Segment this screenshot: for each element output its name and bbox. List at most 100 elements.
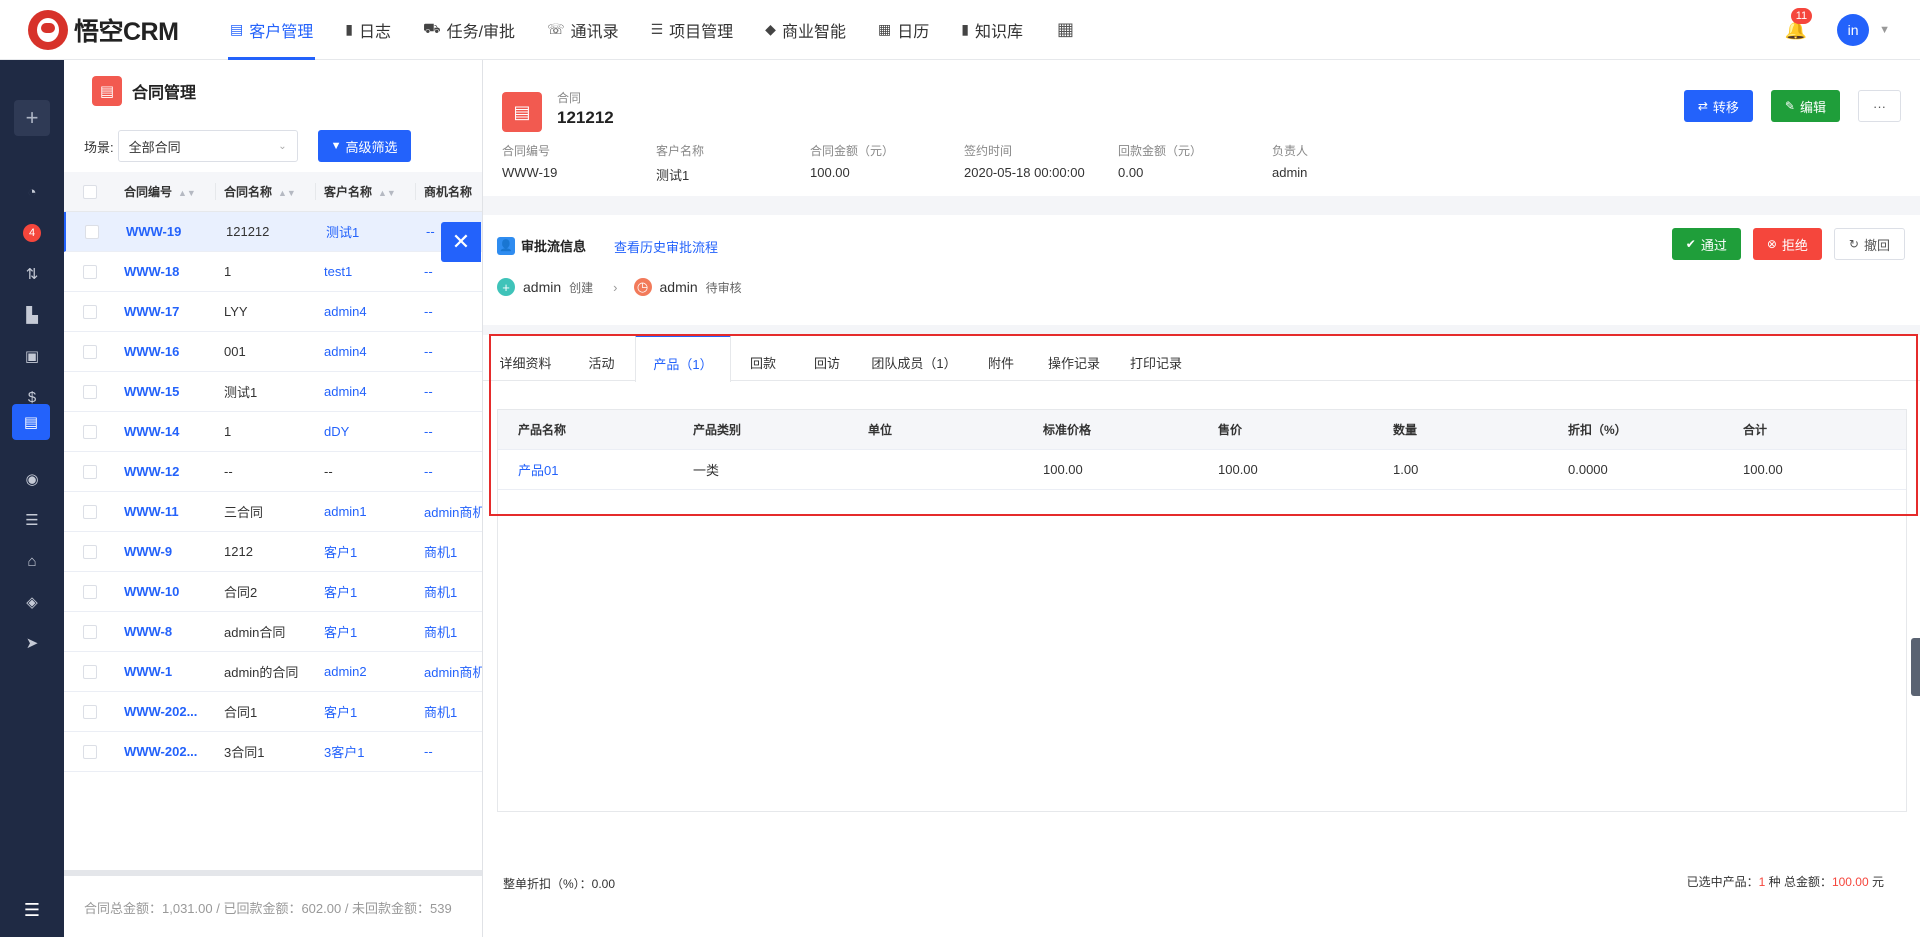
customer-name-link[interactable]: 客户1 (316, 582, 416, 601)
customer-name-link[interactable]: admin4 (316, 384, 416, 399)
nav-item-7[interactable]: ▮ 知识库 (945, 0, 1039, 60)
customer-name-link[interactable]: admin2 (316, 664, 416, 679)
visit-home-icon[interactable]: ⌂ (0, 543, 64, 579)
customer-name-link[interactable]: admin1 (316, 504, 416, 519)
column-header-customer[interactable]: 客户名称 ▲▼ (316, 183, 416, 200)
nav-item-2[interactable]: ⛟ 任务/审批 (407, 0, 531, 60)
nav-item-0[interactable]: ▤ 客户管理 (214, 0, 329, 60)
product-name-link[interactable]: 产品01 (498, 460, 673, 479)
customer-name-link[interactable]: 客户1 (316, 702, 416, 721)
transfer-button[interactable]: ⇄ 转移 (1683, 90, 1753, 122)
more-button[interactable]: ··· (1858, 90, 1901, 122)
tab-1[interactable]: 活动 (568, 335, 635, 381)
user-menu-chevron-down-icon[interactable]: ▼ (1879, 24, 1890, 36)
opportunity-name-link[interactable]: 商机1 (416, 542, 482, 561)
clue-icon[interactable]: ⇅ (0, 256, 64, 292)
contract-icon[interactable]: ▤ (12, 404, 50, 440)
table-row[interactable]: WWW-16 001 admin4 -- (64, 332, 482, 372)
tab-6[interactable]: 附件 (969, 335, 1033, 381)
opportunity-name-link[interactable]: 商机1 (416, 622, 482, 641)
tab-5[interactable]: 团队成员（1） (859, 335, 969, 381)
customer-name-link[interactable]: admin4 (316, 304, 416, 319)
table-row[interactable]: WWW-19 121212 测试1 -- (64, 212, 482, 252)
revoke-button[interactable]: ↻ 撤回 (1833, 228, 1905, 260)
customer-name-link[interactable]: admin4 (316, 344, 416, 359)
contract-code-link[interactable]: WWW-10 (116, 584, 216, 599)
row-checkbox[interactable] (83, 584, 97, 599)
contacts-card-icon[interactable]: ▣ (0, 338, 64, 374)
tab-4[interactable]: 回访 (795, 335, 859, 381)
table-row[interactable]: WWW-17 LYY admin4 -- (64, 292, 482, 332)
customer-building-icon[interactable]: ▙ (0, 297, 64, 333)
nav-item-5[interactable]: ◆ 商业智能 (749, 0, 862, 60)
nav-item-6[interactable]: ▦ 日历 (862, 0, 945, 60)
opportunity-name-link[interactable]: -- (416, 744, 482, 759)
app-logo[interactable]: 悟空CRM (28, 9, 208, 50)
scene-select[interactable]: 全部合同 ⌄ (117, 130, 298, 162)
row-checkbox[interactable] (83, 384, 97, 399)
opportunity-name-link[interactable]: -- (416, 344, 482, 359)
apps-grid-icon[interactable]: ▦ (1039, 19, 1092, 40)
user-avatar[interactable]: in (1837, 14, 1870, 46)
contract-code-link[interactable]: WWW-12 (116, 464, 216, 479)
contract-code-link[interactable]: WWW-18 (116, 264, 216, 279)
notification-bell-icon[interactable]: 🔔 11 (1785, 7, 1813, 41)
contract-code-link[interactable]: WWW-8 (116, 624, 216, 639)
column-header-opportunity[interactable]: 商机名称 (416, 183, 482, 200)
row-checkbox[interactable] (83, 704, 97, 719)
column-header-code[interactable]: 合同编号 ▲▼ (116, 183, 216, 200)
row-checkbox[interactable] (83, 424, 97, 439)
tab-8[interactable]: 打印记录 (1115, 335, 1197, 381)
table-row[interactable]: WWW-1 admin的合同 admin2 admin商机 (64, 652, 482, 692)
opportunity-name-link[interactable]: admin商机 (416, 502, 482, 521)
table-row[interactable]: WWW-14 1 dDY -- (64, 412, 482, 452)
table-row[interactable]: WWW-11 三合同 admin1 admin商机 (64, 492, 482, 532)
approval-history-link[interactable]: 查看历史审批流程 (614, 237, 718, 256)
row-checkbox[interactable] (83, 344, 97, 359)
tab-3[interactable]: 回款 (731, 335, 795, 381)
row-checkbox[interactable] (83, 264, 97, 279)
table-row[interactable]: WWW-12 -- -- -- (64, 452, 482, 492)
approve-button[interactable]: ✔ 通过 (1671, 228, 1741, 260)
opportunity-name-link[interactable]: 商机1 (416, 582, 482, 601)
table-row[interactable]: WWW-18 1 test1 -- (64, 252, 482, 292)
customer-name-link[interactable]: 3客户1 (316, 742, 416, 761)
table-row[interactable]: WWW-202... 3合同1 3客户1 -- (64, 732, 482, 772)
todo-badge[interactable]: 4 (0, 215, 64, 251)
nav-item-4[interactable]: ☰ 项目管理 (635, 0, 750, 60)
row-checkbox[interactable] (85, 224, 99, 239)
send-icon[interactable]: ➤ (0, 625, 64, 661)
reject-button[interactable]: ⊗ 拒绝 (1752, 228, 1822, 260)
contract-code-link[interactable]: WWW-202... (116, 704, 216, 719)
table-row[interactable]: WWW-202... 合同1 客户1 商机1 (64, 692, 482, 732)
table-row[interactable]: WWW-9 1212 客户1 商机1 (64, 532, 482, 572)
opportunity-name-link[interactable]: -- (416, 384, 482, 399)
column-header-name[interactable]: 合同名称 ▲▼ (216, 183, 316, 200)
row-checkbox[interactable] (83, 664, 97, 679)
opportunity-name-link[interactable]: -- (416, 304, 482, 319)
customer-name-link[interactable]: -- (316, 464, 416, 479)
invoice-icon[interactable]: ☰ (0, 502, 64, 538)
nav-item-1[interactable]: ▮ 日志 (329, 0, 407, 60)
contract-code-link[interactable]: WWW-1 (116, 664, 216, 679)
row-checkbox[interactable] (83, 544, 97, 559)
opportunity-name-link[interactable]: -- (416, 424, 482, 439)
row-checkbox[interactable] (83, 464, 97, 479)
row-checkbox[interactable] (83, 624, 97, 639)
customer-name-link[interactable]: 客户1 (316, 622, 416, 641)
side-scroll-handle[interactable] (1911, 638, 1920, 696)
contract-code-link[interactable]: WWW-202... (116, 744, 216, 759)
table-row[interactable]: WWW-10 合同2 客户1 商机1 (64, 572, 482, 612)
customer-name-link[interactable]: dDY (316, 424, 416, 439)
customer-name-link[interactable]: 客户1 (316, 542, 416, 561)
contract-code-link[interactable]: WWW-16 (116, 344, 216, 359)
row-checkbox[interactable] (83, 304, 97, 319)
row-checkbox[interactable] (83, 744, 97, 759)
table-row[interactable]: WWW-8 admin合同 客户1 商机1 (64, 612, 482, 652)
collapse-menu-icon[interactable]: ☰ (0, 900, 64, 921)
tab-7[interactable]: 操作记录 (1033, 335, 1115, 381)
opportunity-name-link[interactable]: -- (416, 264, 482, 279)
opportunity-name-link[interactable]: admin商机 (416, 662, 482, 681)
contract-code-link[interactable]: WWW-9 (116, 544, 216, 559)
advanced-filter-button[interactable]: ▼ 高级筛选 (317, 130, 411, 162)
